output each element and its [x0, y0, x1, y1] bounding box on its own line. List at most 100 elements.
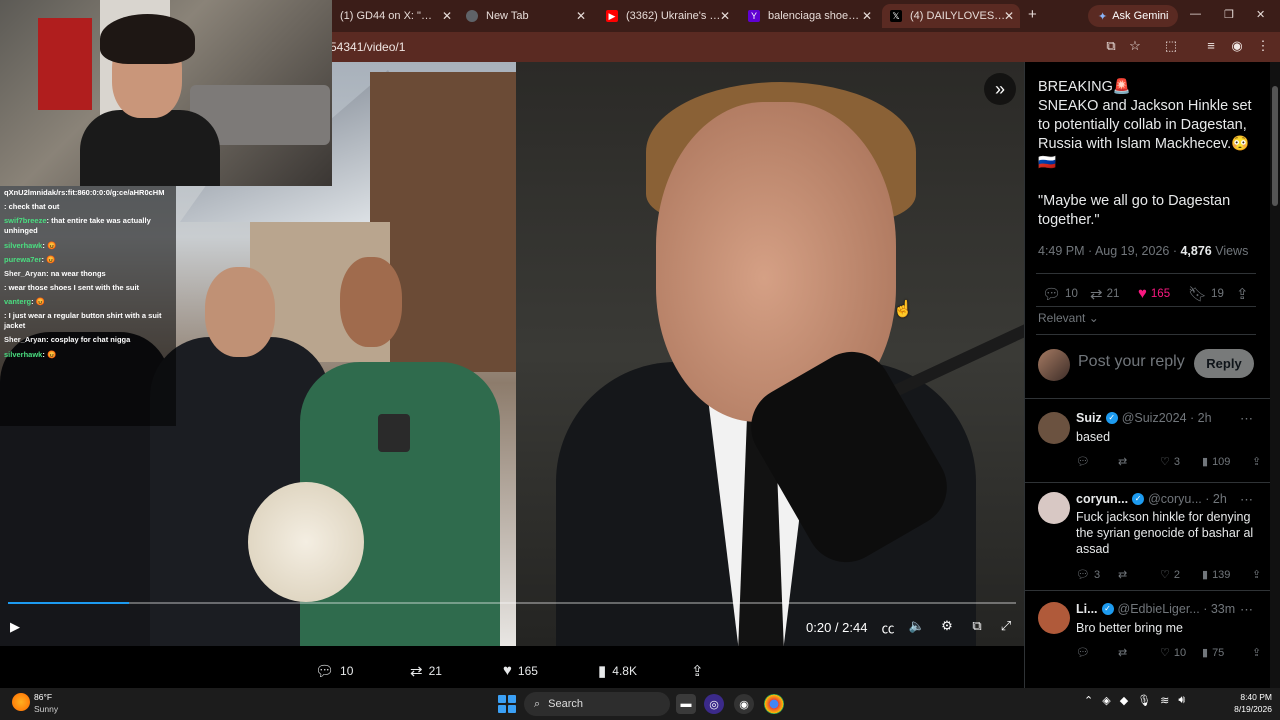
weather-condition[interactable]: Sunny — [34, 704, 58, 714]
fullscreen-icon[interactable]: ⤢ — [996, 618, 1016, 636]
reply-item[interactable]: Li... ✓ @EdbieLiger... · 33m ⋯ Bro bette… — [1024, 592, 1270, 672]
globe-icon — [466, 10, 478, 22]
repost-icon: ⇄ — [410, 663, 423, 680]
profile-icon[interactable]: ◉ — [1228, 38, 1246, 54]
chat-message: silverhawk: 😡 — [4, 241, 172, 251]
tray-app-icon[interactable]: ◆ — [1120, 694, 1128, 707]
taskbar-time[interactable]: 8:40 PM — [1232, 692, 1272, 702]
chat-text: : 😡 — [42, 240, 57, 250]
address-bar[interactable]: 54341/video/1 — [330, 40, 405, 54]
reply-like-count: 3 — [1173, 455, 1180, 468]
search-icon: ⌕ — [534, 697, 541, 710]
settings-gear-icon[interactable]: ⚙ — [937, 618, 957, 636]
tweet-reply-stat[interactable]: 💬︎ 10 — [1042, 285, 1078, 303]
reply-like-stat[interactable]: ♡ 3 — [1160, 455, 1180, 469]
cast-icon[interactable]: ⧉ — [1102, 38, 1120, 54]
tab-new-tab[interactable]: New Tab ✕ — [458, 4, 592, 28]
tab-dailylovespeech[interactable]: 𝕏 (4) DAILYLOVESPEECH ✕ — [882, 4, 1020, 28]
close-icon[interactable]: ✕ — [442, 9, 452, 23]
reply-input[interactable]: Post your reply — [1078, 352, 1188, 382]
reply-button[interactable]: Reply — [1194, 349, 1254, 378]
tray-app-icon[interactable]: ◈ — [1102, 694, 1110, 707]
app-icon[interactable]: ◎ — [704, 694, 724, 714]
more-options-icon[interactable]: ⋯ — [1240, 492, 1253, 508]
views-count: 4.8K — [612, 664, 637, 678]
tweet-repost-stat[interactable]: ⇄ 21 — [1090, 285, 1119, 303]
reply-repost-stat[interactable]: ⇄ — [1118, 646, 1127, 659]
tweet-like-stat[interactable]: ♥ 165 — [1138, 285, 1170, 302]
minimize-button[interactable]: — — [1190, 8, 1201, 20]
share-action[interactable]: ⇪ — [691, 662, 704, 680]
restore-button[interactable]: ❐ — [1224, 8, 1234, 21]
scrollbar-thumb[interactable] — [1272, 86, 1278, 206]
menu-kebab-icon[interactable]: ⋮ — [1254, 38, 1272, 54]
share-icon[interactable]: ⇪ — [1252, 568, 1261, 581]
reply-author-name[interactable]: Li... — [1076, 602, 1098, 616]
close-icon[interactable]: ✕ — [720, 9, 730, 23]
bookmark-star-icon[interactable]: ☆ — [1126, 38, 1144, 54]
reply-comment-stat[interactable]: 💬︎ — [1076, 455, 1090, 468]
chat-username: Sher_Aryan — [4, 268, 47, 278]
tweet-bookmark-stat[interactable]: 🔖︎ 19 — [1188, 285, 1224, 303]
tweet-views-count: 4,876 — [1180, 244, 1212, 258]
reply-item[interactable]: Suiz ✓ @Suiz2024 · 2h ⋯ based 💬︎ ⇄ ♡ 3 ▮ 1… — [1024, 400, 1270, 486]
reply-author-handle[interactable]: @EdbieLiger... · 33m — [1118, 602, 1236, 616]
reply-author-name[interactable]: Suiz — [1076, 411, 1102, 425]
share-icon[interactable]: ⇪ — [1252, 646, 1261, 659]
taskbar-search[interactable]: ⌕ Search — [524, 692, 670, 716]
obs-icon[interactable]: ◉ — [734, 694, 754, 714]
tab-gd44[interactable]: (1) GD44 on X: "https:/ ✕ — [332, 4, 458, 28]
reply-views-stat[interactable]: ▮ 109 — [1202, 455, 1230, 469]
tweet-time[interactable]: 4:49 PM · Aug 19, 2026 · — [1038, 244, 1180, 258]
speaker-icon[interactable]: 🔊︎ — [1178, 694, 1185, 707]
new-tab-button[interactable]: + — [1028, 6, 1037, 23]
network-icon[interactable]: ≋ — [1160, 694, 1169, 707]
reply-author-handle[interactable]: @Suiz2024 · 2h — [1122, 411, 1212, 425]
reply-repost-stat[interactable]: ⇄ — [1118, 568, 1127, 581]
weather-sun-icon[interactable] — [12, 693, 30, 711]
extensions-icon[interactable]: ⬚ — [1162, 38, 1180, 54]
reply-author-name[interactable]: coryun... — [1076, 492, 1128, 506]
close-window-button[interactable]: ✕ — [1256, 8, 1265, 21]
play-icon[interactable]: ▶ — [10, 619, 26, 635]
more-options-icon[interactable]: ⋯ — [1240, 602, 1253, 618]
reply-sort-dropdown[interactable]: Relevant ⌄ — [1038, 311, 1099, 325]
tab-youtube[interactable]: ▶ (3362) Ukraine's "Singl ✕ — [598, 4, 736, 28]
close-icon[interactable]: ✕ — [862, 9, 872, 23]
reply-author-handle[interactable]: @coryu... · 2h — [1148, 492, 1227, 506]
reply-item[interactable]: coryun... ✓ @coryu... · 2h ⋯ Fuck jackso… — [1024, 484, 1270, 590]
video-progress-track[interactable] — [8, 602, 1016, 604]
reply-repost-stat[interactable]: ⇄ — [1118, 455, 1127, 468]
volume-icon[interactable]: 🔈 — [907, 618, 927, 636]
microphone-icon[interactable]: 🎙︎ — [1137, 694, 1151, 707]
reply-like-stat[interactable]: ♡ 2 — [1160, 568, 1180, 582]
double-chevron-right-icon[interactable]: » — [984, 73, 1016, 105]
like-action[interactable]: ♥ 165 — [503, 662, 538, 679]
views-action[interactable]: ▮ 4.8K — [598, 662, 637, 680]
captions-icon[interactable]: ㏄ — [878, 618, 898, 636]
close-icon[interactable]: ✕ — [1004, 9, 1014, 23]
windows-start-icon[interactable] — [498, 695, 516, 713]
file-explorer-icon[interactable]: ▬ — [676, 694, 696, 714]
tab-yahoo[interactable]: Y balenciaga shoes - Yah ✕ — [740, 4, 878, 28]
share-icon[interactable]: ⇪ — [1252, 455, 1261, 468]
ask-gemini-button[interactable]: ✦ Ask Gemini — [1088, 5, 1179, 27]
more-options-icon[interactable]: ⋯ — [1240, 411, 1253, 427]
chevron-up-icon[interactable]: ⌃ — [1084, 694, 1093, 707]
repost-action[interactable]: ⇄ 21 — [410, 662, 442, 680]
reply-views-stat[interactable]: ▮ 139 — [1202, 568, 1230, 582]
reply-views-stat[interactable]: ▮ 75 — [1202, 646, 1224, 660]
reply-comment-stat[interactable]: 💬︎ 3 — [1076, 568, 1100, 582]
close-icon[interactable]: ✕ — [576, 9, 586, 23]
video-time: 0:20 / 2:44 — [806, 620, 868, 635]
tweet-share-stat[interactable]: ⇪ — [1236, 285, 1249, 303]
media-controls-icon[interactable]: ≡ — [1202, 38, 1220, 53]
reply-comment-stat[interactable]: 💬︎ — [1076, 646, 1090, 659]
weather-temperature[interactable]: 86°F — [34, 692, 52, 702]
picture-in-picture-icon[interactable]: ⧉ — [967, 618, 987, 636]
chevron-down-icon: ⌄ — [1088, 311, 1099, 325]
reply-like-stat[interactable]: ♡ 10 — [1160, 646, 1186, 660]
chrome-icon[interactable] — [764, 694, 784, 714]
taskbar-date[interactable]: 8/19/2026 — [1222, 704, 1272, 714]
reply-action[interactable]: 💬︎ 10 — [315, 662, 353, 680]
